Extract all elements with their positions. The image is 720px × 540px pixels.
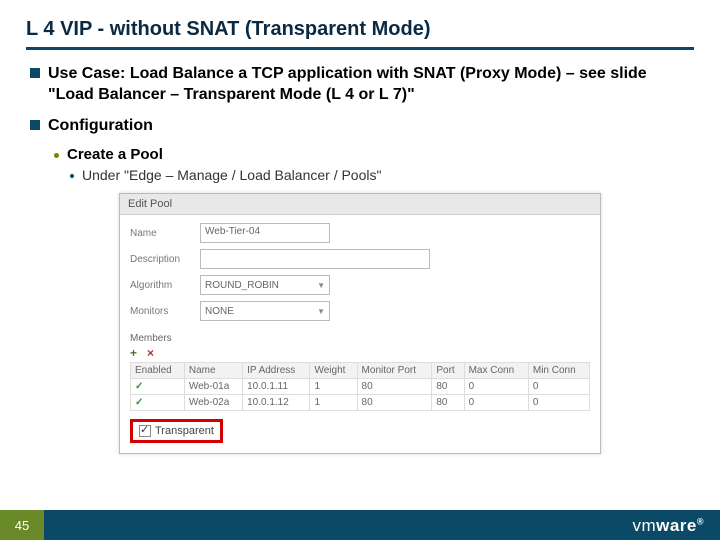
algorithm-label: Algorithm [130, 280, 200, 291]
delete-row-button[interactable]: × [147, 346, 154, 360]
under-path-text: Under "Edge – Manage / Load Balancer / P… [82, 167, 381, 183]
members-table: Enabled Name IP Address Weight Monitor P… [130, 362, 590, 411]
checkbox-icon [139, 425, 151, 437]
name-input[interactable]: Web-Tier-04 [200, 223, 330, 243]
dialog-title: Edit Pool [120, 194, 600, 215]
algorithm-select[interactable]: ROUND_ROBIN▼ [200, 275, 330, 295]
check-icon: ✓ [131, 395, 185, 411]
page-title: L 4 VIP - without SNAT (Transparent Mode… [26, 18, 694, 50]
bullet-square-icon [30, 120, 40, 130]
check-icon: ✓ [131, 379, 185, 395]
col-port: Port [432, 363, 464, 379]
vmware-logo: vmware® [632, 516, 704, 536]
configuration-heading: Configuration [48, 116, 153, 137]
table-row[interactable]: ✓ Web-01a 10.0.1.11 1 80 80 0 0 [131, 379, 590, 395]
chevron-down-icon: ▼ [317, 307, 325, 316]
monitors-label: Monitors [130, 306, 200, 317]
members-label: Members [130, 333, 600, 344]
col-weight: Weight [310, 363, 357, 379]
footer-bar: 45 vmware® [0, 510, 720, 540]
bullet-square-icon [30, 68, 40, 78]
col-min: Min Conn [528, 363, 589, 379]
edit-pool-dialog: Edit Pool Name Web-Tier-04 Description A… [119, 193, 601, 454]
transparent-checkbox[interactable]: Transparent [130, 419, 223, 443]
col-max: Max Conn [464, 363, 528, 379]
col-ip: IP Address [243, 363, 310, 379]
page-number: 45 [0, 510, 44, 540]
create-pool-text: Create a Pool [67, 146, 163, 163]
monitors-select[interactable]: NONE▼ [200, 301, 330, 321]
col-name: Name [184, 363, 242, 379]
description-label: Description [130, 254, 200, 265]
add-row-button[interactable]: + [130, 346, 137, 360]
table-row[interactable]: ✓ Web-02a 10.0.1.12 1 80 80 0 0 [131, 395, 590, 411]
col-mport: Monitor Port [357, 363, 432, 379]
name-label: Name [130, 228, 200, 239]
use-case-text: Use Case: Load Balance a TCP application… [48, 64, 694, 106]
bullet-dot-icon [54, 153, 59, 158]
chevron-down-icon: ▼ [317, 281, 325, 290]
description-input[interactable] [200, 249, 430, 269]
col-enabled: Enabled [131, 363, 185, 379]
bullet-subdot-icon [70, 174, 74, 178]
